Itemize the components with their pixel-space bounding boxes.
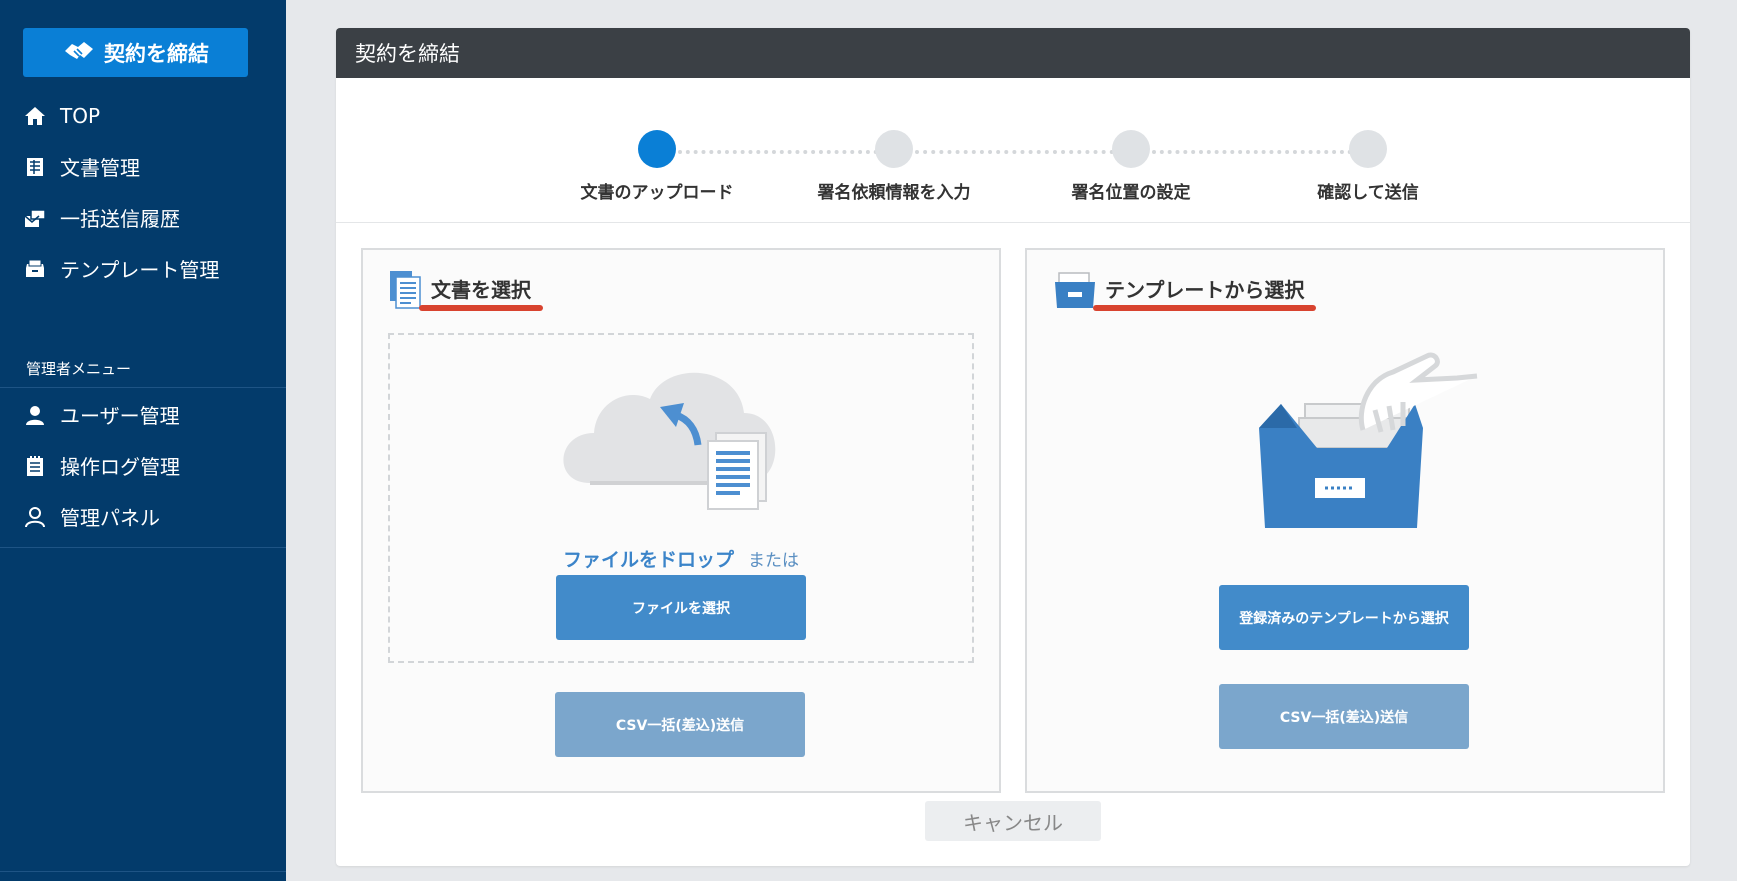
card-title: テンプレートから選択 bbox=[1053, 270, 1317, 314]
file-dropzone[interactable]: ファイルをドロップ または ファイルを選択 bbox=[388, 333, 974, 663]
sidebar-item-label: ユーザー管理 bbox=[60, 404, 180, 428]
sidebar-item-label: 操作ログ管理 bbox=[60, 455, 180, 479]
step-upload: 文書のアップロード bbox=[557, 130, 757, 203]
bulk-send-icon bbox=[24, 207, 46, 229]
card-title: 文書を選択 bbox=[389, 270, 543, 314]
step-indicator bbox=[1112, 130, 1150, 168]
step-indicator bbox=[875, 130, 913, 168]
cancel-button[interactable]: キャンセル bbox=[925, 801, 1101, 841]
sidebar-item-user-management[interactable]: ユーザー管理 bbox=[0, 389, 286, 440]
sidebar-item-label: テンプレート管理 bbox=[60, 258, 220, 282]
sidebar-item-label: TOP bbox=[60, 103, 101, 128]
home-icon bbox=[24, 105, 46, 127]
select-registered-template-button[interactable]: 登録済みのテンプレートから選択 bbox=[1219, 585, 1469, 650]
step-indicator bbox=[1349, 130, 1387, 168]
step-label: 署名位置の設定 bbox=[1071, 183, 1191, 203]
card-title-text: テンプレートから選択 bbox=[1092, 274, 1317, 311]
select-document-card: 文書を選択 ファイルをドロップ または ファイルを選択 CSV一括(差込)送信 bbox=[361, 248, 1001, 793]
sidebar-item-label: 一括送信履歴 bbox=[60, 207, 180, 231]
handshake-icon bbox=[62, 33, 96, 72]
sidebar: 契約を締結 TOP 文書管理 一括送信履歴 テンプレート管理 管理者メニュー ユ… bbox=[0, 0, 286, 881]
step-signer-info: 署名依頼情報を入力 bbox=[794, 130, 994, 203]
template-cabinet-icon bbox=[1053, 270, 1097, 314]
csv-bulk-send-button[interactable]: CSV一括(差込)送信 bbox=[555, 692, 805, 757]
sign-contract-button[interactable]: 契約を締結 bbox=[23, 28, 248, 77]
sidebar-item-operation-log[interactable]: 操作ログ管理 bbox=[0, 440, 286, 491]
user-icon bbox=[24, 404, 46, 426]
select-file-button[interactable]: ファイルを選択 bbox=[556, 575, 806, 640]
sidebar-item-label: 文書管理 bbox=[60, 156, 140, 180]
divider bbox=[0, 547, 286, 548]
sidebar-item-documents[interactable]: 文書管理 bbox=[0, 141, 286, 192]
template-box-icon bbox=[24, 258, 46, 280]
sidebar-item-label: 管理パネル bbox=[60, 506, 160, 530]
or-text: または bbox=[748, 551, 799, 571]
cloud-upload-icon bbox=[560, 357, 800, 521]
step-signature-position: 署名位置の設定 bbox=[1031, 130, 1231, 203]
admin-user-icon bbox=[24, 506, 46, 528]
stepper: 文書のアップロード 署名依頼情報を入力 署名位置の設定 確認して送信 bbox=[336, 78, 1690, 223]
panel-title: 契約を締結 bbox=[336, 28, 1690, 78]
select-template-card: テンプレートから選択 登録済みのテンプレートから選択 CSV一括(差込)送信 bbox=[1025, 248, 1665, 793]
step-label: 確認して送信 bbox=[1317, 183, 1419, 203]
divider bbox=[0, 871, 286, 872]
csv-bulk-send-button[interactable]: CSV一括(差込)送信 bbox=[1219, 684, 1469, 749]
log-icon bbox=[24, 455, 46, 477]
sign-contract-label: 契約を締結 bbox=[104, 41, 209, 66]
admin-nav: ユーザー管理 操作ログ管理 管理パネル bbox=[0, 389, 286, 542]
step-label: 署名依頼情報を入力 bbox=[817, 183, 971, 203]
sidebar-item-top[interactable]: TOP bbox=[0, 90, 286, 141]
step-label: 文書のアップロード bbox=[580, 183, 734, 203]
sidebar-item-admin-panel[interactable]: 管理パネル bbox=[0, 491, 286, 542]
sidebar-item-templates[interactable]: テンプレート管理 bbox=[0, 243, 286, 294]
main-panel: 契約を締結 文書のアップロード 署名依頼情報を入力 署名位置の設定 確認して送信… bbox=[336, 28, 1690, 866]
divider bbox=[0, 387, 286, 388]
card-title-text: 文書を選択 bbox=[419, 274, 543, 311]
step-indicator bbox=[638, 130, 676, 168]
sidebar-item-bulk-history[interactable]: 一括送信履歴 bbox=[0, 192, 286, 243]
file-cabinet-illustration bbox=[1257, 350, 1497, 544]
admin-menu-title: 管理者メニュー bbox=[26, 360, 132, 378]
drop-text: ファイルをドロップ bbox=[562, 549, 734, 571]
main-nav: TOP 文書管理 一括送信履歴 テンプレート管理 bbox=[0, 90, 286, 294]
drop-instruction: ファイルをドロップ または bbox=[390, 545, 972, 572]
document-icon bbox=[389, 270, 423, 314]
step-confirm-send: 確認して送信 bbox=[1268, 130, 1468, 203]
document-list-icon bbox=[24, 156, 46, 178]
